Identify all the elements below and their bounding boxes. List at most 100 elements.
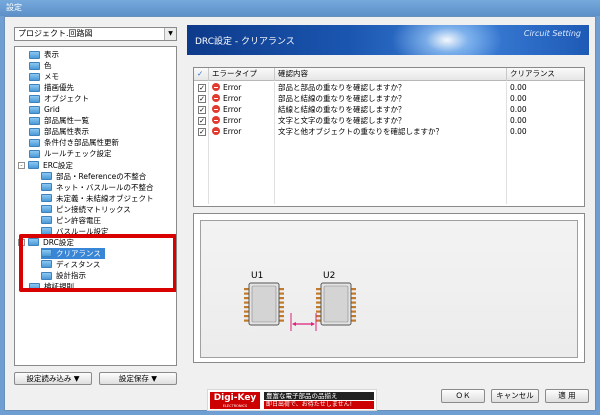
tree-item[interactable]: ルールチェック設定: [29, 148, 112, 159]
tree-item[interactable]: 未定義・未結線オブジェクト: [41, 193, 154, 204]
empty-row: [194, 192, 584, 204]
folder-icon: [29, 116, 40, 125]
tree-item[interactable]: 部品・Referenceの不整合: [41, 171, 146, 182]
tree-item-label: 部品属性一覧: [44, 116, 89, 126]
selection-highlight-frame: [19, 233, 176, 292]
project-select[interactable]: プロジェクト.回路図 ▼: [14, 27, 177, 41]
folder-icon: [29, 138, 40, 147]
folder-icon: [41, 205, 52, 214]
tree-item-label: 未定義・未結線オブジェクト: [56, 193, 154, 203]
error-icon: [212, 94, 220, 102]
tree-item-label: 部品属性表示: [44, 127, 89, 137]
error-type-label: Error: [223, 127, 242, 136]
window-titlebar: 設定: [0, 0, 600, 16]
page-title: DRC設定 - クリアランス: [195, 37, 295, 47]
tree-item[interactable]: メモ: [29, 71, 59, 82]
folder-icon: [29, 61, 40, 70]
digikey-logo: Digi-Key ELECTRONICS: [210, 392, 260, 409]
empty-cell: [275, 192, 507, 204]
error-icon: [212, 83, 220, 91]
ad-line2: 即日出荷で、お待たせしません!: [264, 401, 374, 409]
error-icon: [212, 105, 220, 113]
chevron-down-icon[interactable]: ▼: [164, 28, 176, 40]
folder-icon: [29, 94, 40, 103]
tree-item[interactable]: 色: [29, 60, 52, 71]
tree-item-label: ルールチェック設定: [44, 149, 112, 159]
folder-icon: [41, 194, 52, 203]
clearance-table: ✓ エラータイプ 確認内容 クリアランス ✓ Error 部品と部品の重なりを確認し…: [193, 67, 585, 207]
folder-icon: [29, 149, 40, 158]
tree-item-label: ネット・バスルールの不整合: [56, 182, 154, 192]
tree-item-label: メモ: [44, 72, 59, 82]
folder-icon: [41, 172, 52, 181]
settings-tree: 表示色メモ 描画優先 オブジェクト Grid 部品属性一覧 部品属性表示 条件付き部品属性更…: [14, 46, 177, 366]
folder-icon: [29, 83, 40, 92]
column-header-check[interactable]: ✓: [194, 68, 209, 81]
empty-cell: [194, 192, 209, 204]
tree-item[interactable]: Grid: [29, 104, 60, 115]
digikey-ad-banner[interactable]: Digi-Key ELECTRONICS 豊富な電子部品の品揃え 即日出荷で、お待…: [207, 389, 377, 411]
page-subtitle: Circuit Setting: [523, 29, 581, 38]
tree-item-label: 色: [44, 61, 52, 71]
column-header-content[interactable]: 確認内容: [275, 68, 507, 81]
tree-item-label: 描画優先: [44, 83, 74, 93]
folder-icon: [28, 161, 39, 169]
tree-item[interactable]: 表示: [29, 49, 59, 60]
tree-item[interactable]: ネット・バスルールの不整合: [41, 182, 154, 193]
tree-item[interactable]: 条件付き部品属性更新: [29, 137, 119, 148]
error-type-label: Error: [223, 105, 242, 114]
preview-canvas: U1 U2: [200, 220, 578, 358]
tree-item[interactable]: オブジェクト: [29, 93, 89, 104]
dialog-frame: プロジェクト.回路図 ▼ 表示色メモ 描画優先 オブジェクト Grid 部品属性一覧 部品…: [4, 16, 596, 411]
empty-cell: [507, 192, 584, 204]
error-icon: [212, 116, 220, 124]
folder-icon: [29, 127, 40, 136]
tree-item[interactable]: 部品属性一覧: [29, 115, 89, 126]
window-title: 設定: [6, 3, 22, 12]
tree-item-label: ERC設定: [43, 160, 73, 170]
cancel-button[interactable]: キャンセル: [491, 389, 539, 403]
tree-item[interactable]: ピン接続マトリックス: [41, 204, 131, 215]
row-checkbox[interactable]: ✓: [198, 106, 206, 114]
apply-button[interactable]: 適 用: [545, 389, 589, 403]
tree-item-label: Grid: [44, 105, 60, 115]
chip-u1: [244, 282, 284, 326]
tree-item-label: オブジェクト: [44, 94, 89, 104]
save-settings-button[interactable]: 設定保存 ▼: [99, 372, 177, 385]
folder-icon: [29, 50, 40, 59]
row-checkbox[interactable]: ✓: [198, 128, 206, 136]
folder-icon: [41, 216, 52, 225]
tree-item-label: 表示: [44, 50, 59, 59]
folder-icon: [41, 183, 52, 192]
project-select-value: プロジェクト.回路図: [18, 29, 93, 38]
ok-button[interactable]: ＯＫ: [441, 389, 485, 403]
empty-cell: [209, 192, 275, 204]
tree-item[interactable]: ピン許容電圧: [41, 215, 101, 226]
tree-item[interactable]: 描画優先: [29, 82, 74, 93]
tree-item-label: ピン接続マトリックス: [56, 204, 131, 214]
error-type-label: Error: [223, 83, 242, 92]
header-flare-graphic: [387, 25, 507, 55]
column-header-clearance[interactable]: クリアランス: [507, 68, 584, 81]
folder-icon: [29, 72, 40, 81]
clearance-arrow: [290, 313, 317, 331]
chip-u2: [316, 282, 356, 326]
tree-item[interactable]: 部品属性表示: [29, 126, 89, 137]
row-checkbox[interactable]: ✓: [198, 117, 206, 125]
chip-u1-label: U1: [251, 271, 263, 281]
tree-item-label: ピン許容電圧: [56, 215, 101, 225]
collapse-toggle-icon[interactable]: -: [18, 161, 25, 169]
row-checkbox[interactable]: ✓: [198, 84, 206, 92]
error-icon: [212, 127, 220, 135]
error-type-label: Error: [223, 94, 242, 103]
load-settings-button[interactable]: 設定読み込み ▼: [14, 372, 92, 385]
row-checkbox[interactable]: ✓: [198, 95, 206, 103]
clearance-preview: U1 U2: [193, 213, 585, 363]
tree-item[interactable]: - ERC設定: [18, 160, 73, 171]
error-type-label: Error: [223, 116, 242, 125]
column-header-error-type[interactable]: エラータイプ: [209, 68, 275, 81]
chip-u2-label: U2: [323, 271, 335, 281]
folder-icon: [29, 105, 40, 114]
table-header-row: ✓ エラータイプ 確認内容 クリアランス: [194, 68, 584, 81]
tree-item-label: 条件付き部品属性更新: [44, 138, 119, 148]
